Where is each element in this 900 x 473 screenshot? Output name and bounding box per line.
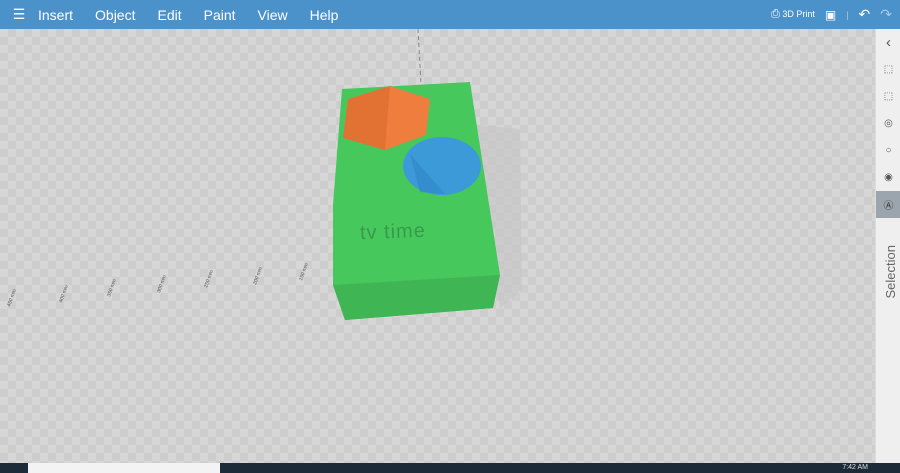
redo-icon[interactable]: ↷: [880, 6, 892, 23]
taskbar-search[interactable]: [28, 463, 220, 473]
circle-icon[interactable]: ○: [876, 137, 900, 164]
menu-paint[interactable]: Paint: [204, 7, 236, 23]
menu-insert[interactable]: Insert: [38, 7, 73, 23]
paint-icon[interactable]: ◉: [876, 164, 900, 191]
axis-line: [417, 29, 422, 85]
scene: [333, 29, 522, 320]
divider: |: [846, 9, 849, 20]
undo-icon[interactable]: ↶: [859, 6, 871, 23]
3d-print-icon: ⎙: [771, 8, 780, 20]
3d-print-button[interactable]: ⎙ 3D Print: [771, 8, 815, 21]
app-menu-bar: ☰ Insert Object Edit Paint View Help ⎙ 3…: [0, 0, 900, 29]
hamburger-menu-icon[interactable]: ☰: [0, 6, 38, 23]
ungroup-icon[interactable]: ⬚: [876, 83, 900, 110]
selection-label: Selection: [883, 245, 898, 299]
menu-help[interactable]: Help: [310, 7, 339, 23]
model-text: tv time: [359, 219, 427, 245]
taskbar: 7:42 AM: [0, 463, 900, 473]
save-icon[interactable]: ▣: [825, 8, 836, 22]
collapse-chevron-icon[interactable]: ‹: [876, 29, 900, 56]
3d-viewport[interactable]: tv time 450 mm 400 mm 350 mm 300 mm 250 …: [0, 29, 875, 463]
menu-object[interactable]: Object: [95, 7, 135, 23]
material-icon[interactable]: ◎: [876, 110, 900, 137]
taskbar-clock: 7:42 AM: [842, 464, 868, 471]
selection-icon[interactable]: Ⓐ: [876, 191, 900, 218]
menu-edit[interactable]: Edit: [157, 7, 181, 23]
group-icon[interactable]: ⬚: [876, 56, 900, 83]
side-panel: ‹ ⬚ ⬚ ◎ ○ ◉ Ⓐ Selection: [875, 29, 900, 463]
menu-view[interactable]: View: [258, 7, 288, 23]
